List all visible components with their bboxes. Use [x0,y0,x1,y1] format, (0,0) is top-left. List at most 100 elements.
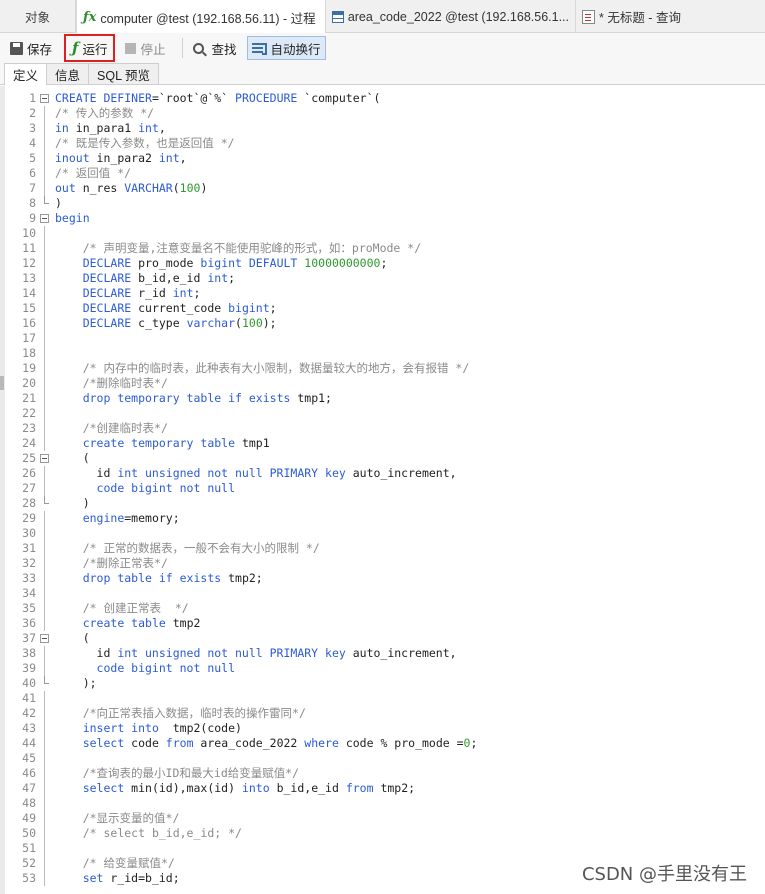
code-line: 35 /* 创建正常表 */ [0,601,765,616]
fold-gutter[interactable] [38,451,53,466]
sql-comment: /* 传入的参数 */ [55,106,155,120]
fold-guide-line [44,511,45,526]
tab-table-area-code[interactable]: area_code_2022 @test (192.168.56.1... [326,0,576,33]
code-text: select code from area_code_2022 where co… [53,736,478,751]
fold-gutter [38,466,53,481]
code-line: 39 code bigint not null [0,661,765,676]
find-button[interactable]: 查找 [189,36,241,60]
fold-guide-line [44,811,45,826]
sql-text: pro_mode [131,256,201,270]
sql-text: b_id,e_id [269,781,346,795]
code-text: ( [53,451,90,466]
fold-guide-line [44,121,45,136]
line-number: 5 [29,151,36,165]
line-number: 32 [22,556,36,570]
fold-gutter [38,376,53,391]
sql-keyword: out [55,181,76,195]
code-line: 21 drop temporary table if exists tmp1; [0,391,765,406]
sql-keyword: select [82,736,125,750]
fold-gutter [38,271,53,286]
line-number: 22 [22,406,36,420]
fold-gutter [38,826,53,841]
fold-guide-line [44,751,45,766]
sql-text: id [55,466,118,480]
fold-gutter [38,496,53,511]
code-text: /* 返回值 */ [53,166,131,181]
sql-keyword: varchar [186,316,236,330]
fold-guide-line [44,706,45,721]
fold-guide-line [44,421,45,436]
code-line: 3 in in_para1 int, [0,121,765,136]
sql-number: 100 [241,316,263,330]
code-text: id int unsigned not null PRIMARY key aut… [53,466,457,481]
code-line: 10 [0,226,765,241]
sql-text: n_res [75,181,125,195]
stop-icon [125,42,137,54]
line-number: 16 [22,316,36,330]
fold-guide-line [44,841,45,856]
sql-keyword: code bigint not null [96,661,236,675]
fold-gutter [38,751,53,766]
code-text: set r_id=b_id; [53,871,180,886]
word-wrap-toggle[interactable]: 自动换行 [246,36,326,60]
fold-gutter [38,706,53,721]
fold-gutter [38,346,53,361]
tab-info[interactable]: 信息 [46,63,90,84]
sql-keyword: begin [55,211,90,225]
fold-gutter[interactable] [38,631,53,646]
code-line: 47 select min(id),max(id) into b_id,e_id… [0,781,765,796]
fold-guide-line [44,526,45,541]
sql-text: tmp2; [221,571,263,585]
fold-guide-line [44,436,45,451]
tab-definition[interactable]: 定义 [4,63,48,85]
fold-gutter [38,151,53,166]
line-number: 46 [22,766,36,780]
line-number: 45 [22,751,36,765]
run-button[interactable]: ƒ 运行 [64,34,116,62]
sql-text: =`root`@`%` [151,91,236,105]
fold-guide-line [44,541,45,556]
sql-text: ; [193,286,201,300]
fold-gutter [38,481,53,496]
line-number: 51 [22,841,36,855]
sql-keyword: create table [82,616,166,630]
fold-gutter [38,196,53,211]
sql-text: ) [55,496,90,510]
code-line: 33 drop table if exists tmp2; [0,571,765,586]
sql-comment: /*创建临时表*/ [82,421,168,435]
sql-number: 10000000000 [304,256,381,270]
code-text: /* select b_id,e_id; */ [53,826,242,841]
stop-button[interactable]: 停止 [121,36,169,60]
sql-text: tmp2; [373,781,416,795]
code-line: 32 /*删除正常表*/ [0,556,765,571]
tab-untitled-query[interactable]: * 无标题 - 查询 [576,0,765,33]
code-editor[interactable]: 1 CREATE DEFINER=`root`@`%` PROCEDURE `co… [0,86,765,894]
tab-objects[interactable]: 对象 [0,0,76,33]
fold-gutter [38,556,53,571]
save-button[interactable]: 保存 [6,36,56,60]
code-text: /* 给变量赋值*/ [53,856,175,871]
sql-comment: /* 内存中的临时表，此种表有大小限制，数据量较大的地方，会有报错 */ [82,361,470,375]
line-number: 11 [22,241,36,255]
sql-keyword: create temporary table [82,436,236,450]
tab-procedure-computer[interactable]: ƒx computer @test (192.168.56.11) - 过程 [76,0,326,34]
sql-text: ) [200,181,208,195]
tab-sql-preview[interactable]: SQL 预览 [88,63,160,84]
code-line: 4 /* 既是传入参数，也是返回值 */ [0,136,765,151]
fold-gutter[interactable] [38,211,53,226]
sql-keyword: int unsigned not null PRIMARY key [117,646,346,660]
fold-gutter[interactable] [38,91,53,106]
save-icon [10,41,23,55]
sql-text: r_id=b_id; [103,871,180,885]
code-line: 12 DECLARE pro_mode bigint DEFAULT 10000… [0,256,765,271]
fold-guide-line [44,736,45,751]
